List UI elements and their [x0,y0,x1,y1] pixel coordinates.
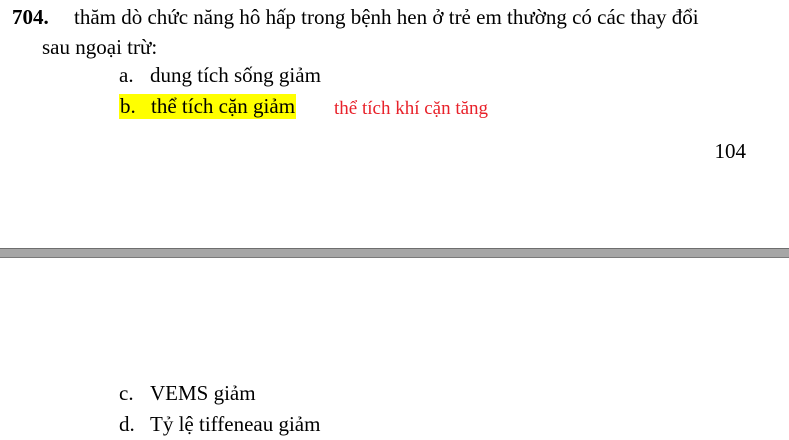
option-b-highlight: b. thể tích cặn giảm [119,94,297,119]
option-a-letter: a. [119,63,134,87]
option-d: d. Tỷ lệ tiffeneau giảm [119,411,320,437]
option-c: c. VEMS giảm [119,380,256,406]
page-break-divider [0,248,789,258]
option-b-text: thể tích cặn giảm [151,94,296,118]
question-number: 704. [12,5,49,29]
correction-annotation: thể tích khí cặn tăng [334,98,489,119]
option-b: b. thể tích cặn giảm [119,93,297,119]
question-text-line1: thăm dò chức năng hô hấp trong bệnh hen … [74,5,699,29]
question-text-line2: sau ngoại trừ: [42,35,158,59]
option-d-text: Tỷ lệ tiffeneau giảm [150,412,321,436]
option-c-text: VEMS giảm [150,381,256,405]
option-b-letter: b. [120,94,136,118]
page-number: 104 [714,139,747,163]
option-d-letter: d. [119,412,135,436]
option-a-text: dung tích sống giảm [150,63,321,87]
option-c-letter: c. [119,381,134,405]
option-a: a. dung tích sống giảm [119,62,321,88]
page-top: 704. thăm dò chức năng hô hấp trong bệnh… [0,0,789,248]
